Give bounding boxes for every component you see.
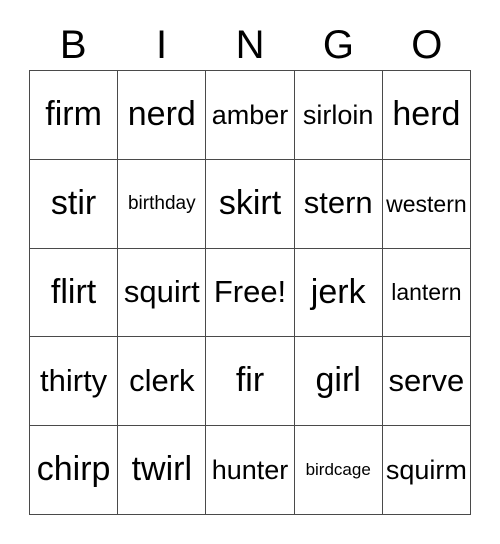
bingo-cell-label: hunter bbox=[211, 454, 289, 485]
bingo-cell[interactable]: lantern bbox=[382, 248, 471, 338]
bingo-cell[interactable]: chirp bbox=[30, 426, 119, 515]
bingo-header-letter-n: N bbox=[235, 23, 265, 67]
bingo-cell[interactable]: flirt bbox=[30, 248, 119, 338]
bingo-grid: firm nerd amber sirloin herd stir birthday skir… bbox=[29, 70, 471, 515]
bingo-cell-label: jerk bbox=[310, 272, 366, 311]
bingo-cell-label: western bbox=[386, 190, 467, 217]
bingo-cell-label: lantern bbox=[391, 279, 462, 306]
bingo-cell[interactable]: thirty bbox=[30, 337, 119, 427]
bingo-header-row: B I N G O bbox=[29, 16, 471, 66]
bingo-cell-label: skirt bbox=[218, 183, 282, 222]
bingo-cell-label: birdcage bbox=[305, 460, 371, 480]
bingo-cell[interactable]: birdcage bbox=[294, 426, 383, 515]
bingo-cell[interactable]: squirt bbox=[118, 248, 207, 338]
bingo-cell[interactable]: serve bbox=[382, 337, 471, 427]
bingo-card: B I N G O firm nerd amber sirloin herd stir bi… bbox=[0, 0, 500, 544]
bingo-header-letter-i: I bbox=[156, 23, 168, 67]
bingo-header-letter-g: G bbox=[322, 23, 354, 67]
bingo-cell[interactable]: western bbox=[382, 159, 471, 249]
bingo-cell-label: squirt bbox=[123, 274, 200, 310]
bingo-cell-label: firm bbox=[45, 95, 102, 134]
bingo-cell[interactable]: birthday bbox=[118, 159, 207, 249]
bingo-cell-label: clerk bbox=[129, 363, 195, 399]
bingo-header-letter-o: O bbox=[411, 23, 443, 67]
bingo-cell[interactable]: stir bbox=[30, 159, 119, 249]
bingo-cell-label: birthday bbox=[127, 192, 196, 214]
bingo-cell-label: squirm bbox=[385, 454, 467, 485]
bingo-cell-label: thirty bbox=[40, 363, 108, 399]
bingo-cell[interactable]: sirloin bbox=[294, 71, 383, 160]
bingo-cell-label: nerd bbox=[127, 95, 196, 134]
bingo-cell[interactable]: squirm bbox=[382, 426, 471, 515]
bingo-cell[interactable]: clerk bbox=[118, 337, 207, 427]
bingo-cell[interactable]: skirt bbox=[206, 159, 295, 249]
bingo-cell-label: amber bbox=[211, 99, 289, 130]
bingo-cell-label: herd bbox=[392, 95, 461, 134]
bingo-cell-label: girl bbox=[315, 361, 361, 400]
bingo-cell-label: sirloin bbox=[302, 99, 374, 130]
bingo-cell[interactable]: stern bbox=[294, 159, 383, 249]
bingo-cell-label: chirp bbox=[36, 450, 111, 489]
bingo-cell[interactable]: amber bbox=[206, 71, 295, 160]
bingo-header-letter-b: B bbox=[59, 23, 87, 67]
bingo-cell[interactable]: jerk bbox=[294, 248, 383, 338]
bingo-cell-label: fir bbox=[235, 361, 265, 400]
bingo-cell-label: stir bbox=[50, 183, 97, 222]
bingo-cell-label: serve bbox=[388, 363, 465, 399]
bingo-cell-label: flirt bbox=[50, 272, 97, 311]
bingo-cell[interactable]: girl bbox=[294, 337, 383, 427]
bingo-free-space-label: Free! bbox=[213, 274, 287, 310]
bingo-cell[interactable]: nerd bbox=[118, 71, 207, 160]
bingo-cell[interactable]: fir bbox=[206, 337, 295, 427]
bingo-cell-label: twirl bbox=[131, 450, 192, 489]
bingo-cell-label: stern bbox=[303, 185, 373, 221]
bingo-cell[interactable]: hunter bbox=[206, 426, 295, 515]
bingo-cell[interactable]: herd bbox=[382, 71, 471, 160]
bingo-free-space-cell[interactable]: Free! bbox=[206, 248, 295, 338]
bingo-cell[interactable]: firm bbox=[30, 71, 119, 160]
bingo-cell[interactable]: twirl bbox=[118, 426, 207, 515]
